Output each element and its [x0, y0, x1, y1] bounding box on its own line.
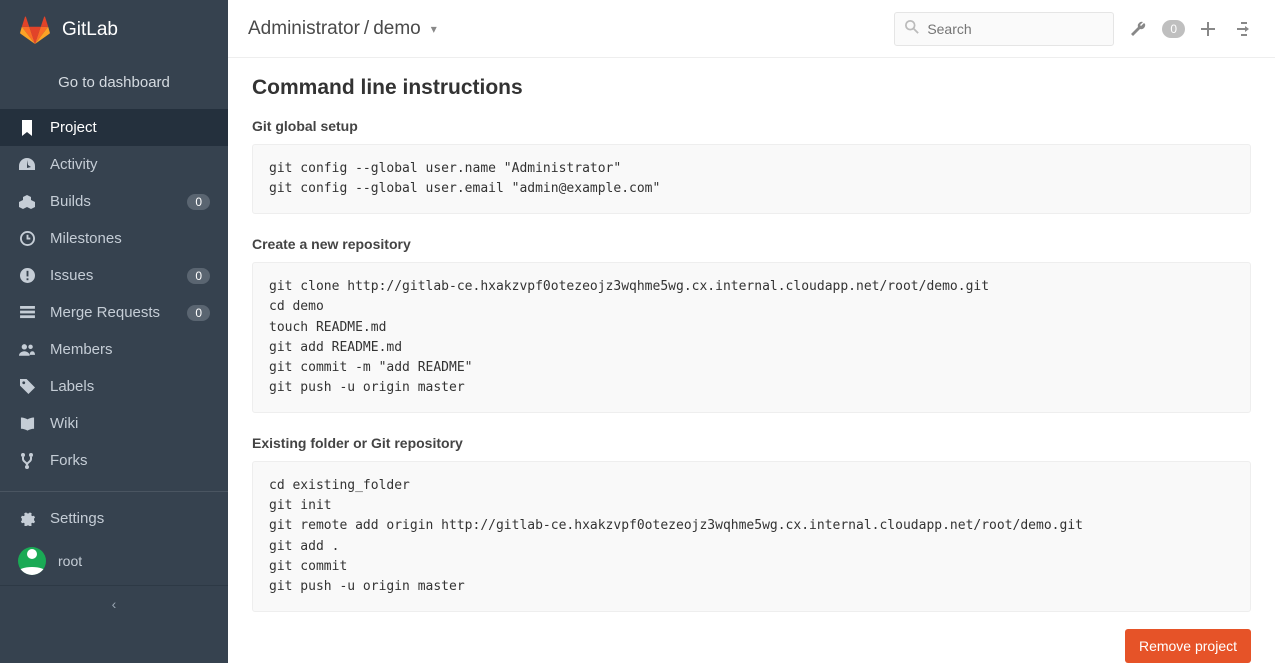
sidebar-item-project[interactable]: Project — [0, 109, 228, 146]
sidebar-item-forks[interactable]: Forks — [0, 442, 228, 479]
gitlab-logo-icon — [20, 16, 50, 44]
dashboard-icon — [18, 158, 36, 172]
exclamation-icon — [18, 268, 36, 283]
chevron-left-icon: ‹ — [112, 596, 117, 612]
page-title: Command line instructions — [252, 76, 1251, 100]
code-block-global-setup[interactable]: git config --global user.name "Administr… — [252, 144, 1251, 214]
section-heading: Create a new repository — [252, 236, 1251, 252]
cubes-icon — [18, 195, 36, 209]
code-block-existing[interactable]: cd existing_folder git init git remote a… — [252, 461, 1251, 612]
todos-badge[interactable]: 0 — [1162, 20, 1185, 38]
sidebar-item-settings[interactable]: Settings — [0, 500, 228, 537]
brand-row[interactable]: GitLab — [0, 0, 228, 62]
breadcrumb[interactable]: Administrator / demo ▾ — [248, 18, 437, 40]
sidebar-item-issues[interactable]: Issues 0 — [0, 257, 228, 294]
sidebar-item-members[interactable]: Members — [0, 331, 228, 368]
sidebar-item-label: Forks — [50, 452, 210, 469]
chevron-down-icon: ▾ — [431, 22, 437, 36]
sidebar-item-label: Issues — [50, 267, 173, 284]
collapse-sidebar-button[interactable]: ‹ — [0, 585, 228, 622]
search-icon — [905, 20, 919, 37]
sidebar-user[interactable]: root — [0, 537, 228, 585]
user-name: root — [58, 553, 82, 569]
sidebar-item-labels[interactable]: Labels — [0, 368, 228, 405]
book-icon — [18, 417, 36, 431]
sidebar-item-builds[interactable]: Builds 0 — [0, 183, 228, 220]
tasks-icon — [18, 306, 36, 319]
sidebar: GitLab Go to dashboard Project Activity … — [0, 0, 228, 663]
sign-out-button[interactable] — [1231, 18, 1255, 40]
fork-icon — [18, 453, 36, 469]
gear-icon — [18, 511, 36, 526]
new-button[interactable] — [1197, 18, 1219, 40]
sidebar-item-label: Members — [50, 341, 210, 358]
search-input[interactable] — [927, 21, 1108, 37]
sidebar-settings-group: Settings — [0, 491, 228, 537]
tag-icon — [18, 379, 36, 394]
sidebar-badge: 0 — [187, 305, 210, 321]
go-to-dashboard-link[interactable]: Go to dashboard — [0, 62, 228, 109]
footer-actions: Remove project — [228, 629, 1275, 663]
sidebar-item-label: Milestones — [50, 230, 210, 247]
main: Administrator / demo ▾ 0 Command line in… — [228, 0, 1275, 663]
sidebar-item-activity[interactable]: Activity — [0, 146, 228, 183]
sidebar-item-label: Settings — [50, 510, 210, 527]
sidebar-item-label: Labels — [50, 378, 210, 395]
sidebar-item-merge-requests[interactable]: Merge Requests 0 — [0, 294, 228, 331]
code-block-new-repo[interactable]: git clone http://gitlab-ce.hxakzvpf0otez… — [252, 262, 1251, 413]
content: Command line instructions Git global set… — [228, 58, 1275, 629]
brand-name: GitLab — [62, 19, 118, 41]
sidebar-item-label: Project — [50, 119, 210, 136]
users-icon — [18, 343, 36, 356]
breadcrumb-project: demo — [373, 18, 421, 40]
clock-icon — [18, 231, 36, 246]
sidebar-badge: 0 — [187, 194, 210, 210]
breadcrumb-separator: / — [364, 18, 369, 40]
topbar: Administrator / demo ▾ 0 — [228, 0, 1275, 58]
admin-wrench-button[interactable] — [1126, 17, 1150, 41]
section-heading: Git global setup — [252, 118, 1251, 134]
sidebar-badge: 0 — [187, 268, 210, 284]
sidebar-item-label: Builds — [50, 193, 173, 210]
sidebar-item-label: Activity — [50, 156, 210, 173]
breadcrumb-owner: Administrator — [248, 18, 360, 40]
sidebar-item-label: Merge Requests — [50, 304, 173, 321]
section-heading: Existing folder or Git repository — [252, 435, 1251, 451]
sidebar-nav: Project Activity Builds 0 Milestones Iss… — [0, 109, 228, 479]
sidebar-item-label: Wiki — [50, 415, 210, 432]
search-box[interactable] — [894, 12, 1114, 46]
bookmark-icon — [18, 120, 36, 136]
remove-project-button[interactable]: Remove project — [1125, 629, 1251, 663]
avatar — [18, 547, 46, 575]
sidebar-item-milestones[interactable]: Milestones — [0, 220, 228, 257]
sidebar-item-wiki[interactable]: Wiki — [0, 405, 228, 442]
